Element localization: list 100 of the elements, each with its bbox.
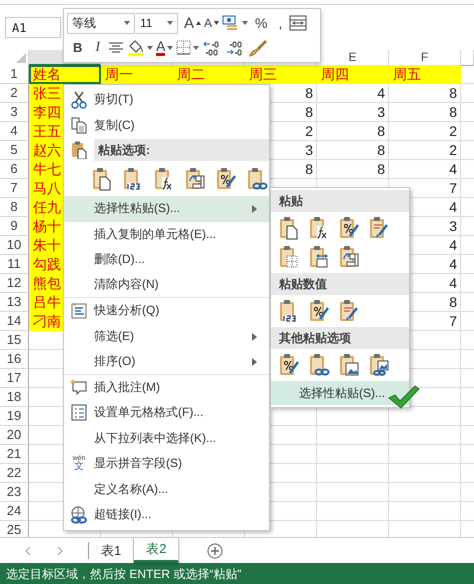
row-header[interactable]: 22 bbox=[0, 464, 29, 483]
wrap-text-icon bbox=[289, 15, 308, 32]
row-header[interactable]: 7 bbox=[0, 179, 29, 198]
name-box[interactable]: A1 bbox=[5, 17, 61, 38]
row-header[interactable]: 16 bbox=[0, 350, 29, 369]
clipboard-icon bbox=[278, 216, 300, 240]
comma-style-button[interactable]: , bbox=[273, 12, 288, 34]
menu-item[interactable]: 插入复制的单元格(E)... bbox=[64, 222, 269, 247]
menu-item[interactable]: 复制(C) bbox=[64, 112, 269, 138]
menu-item[interactable]: 删除(D)... bbox=[64, 247, 269, 272]
italic-button[interactable]: I bbox=[89, 36, 106, 59]
table-cell-text: 4 bbox=[448, 255, 458, 274]
table-cell-text: 8 bbox=[304, 84, 314, 103]
table-cell: 周三 bbox=[245, 65, 317, 84]
font-color-button[interactable]: A bbox=[155, 36, 174, 59]
caret-icon bbox=[147, 46, 154, 50]
clipboard-icon bbox=[214, 167, 237, 191]
row-header[interactable]: 18 bbox=[0, 388, 29, 407]
row-header[interactable]: 19 bbox=[0, 407, 29, 426]
menu-item[interactable]: 选择性粘贴(S)... bbox=[271, 381, 409, 405]
table-cell-text: 8 bbox=[376, 141, 386, 160]
shrink-font-button[interactable]: A bbox=[203, 12, 220, 34]
menu-item[interactable]: 从下拉列表中选择(K)... bbox=[64, 426, 269, 451]
row-header[interactable]: 17 bbox=[0, 369, 29, 388]
percent-style-button[interactable]: % bbox=[250, 12, 272, 34]
row-header[interactable]: 12 bbox=[0, 274, 29, 293]
menu-item[interactable]: 快速分析(Q) bbox=[64, 298, 269, 324]
table-cell: 周五 bbox=[389, 65, 461, 84]
align-center-icon bbox=[108, 42, 124, 54]
caret-icon bbox=[124, 21, 130, 26]
row-header[interactable]: 10 bbox=[0, 236, 29, 255]
row-header[interactable]: 6 bbox=[0, 160, 29, 179]
bold-button[interactable]: B bbox=[67, 36, 88, 59]
section-header: 粘贴 bbox=[271, 190, 409, 212]
row-header[interactable]: 11 bbox=[0, 255, 29, 274]
menu-item[interactable]: 清除内容(N) bbox=[64, 272, 269, 298]
row-header[interactable]: 23 bbox=[0, 483, 29, 502]
clipboard-icon bbox=[278, 245, 300, 269]
menu-item[interactable]: 定义名称(A)... bbox=[64, 476, 269, 502]
clipboard-icon bbox=[368, 353, 390, 377]
table-cell: 周一 bbox=[101, 65, 173, 84]
font-size-dropdown[interactable]: 11 bbox=[136, 12, 178, 34]
clipboard-icon bbox=[338, 299, 360, 323]
row-header[interactable]: 20 bbox=[0, 426, 29, 445]
row-header[interactable]: 8 bbox=[0, 198, 29, 217]
section-header: 其他粘贴选项 bbox=[271, 327, 409, 349]
menu-item[interactable]: 超链接(I)... bbox=[64, 502, 269, 528]
hyperlink-icon bbox=[70, 506, 88, 524]
clipboard-icon bbox=[308, 299, 330, 323]
row-header[interactable]: 5 bbox=[0, 141, 29, 160]
table-cell-text: 2 bbox=[304, 122, 314, 141]
row-header[interactable]: 3 bbox=[0, 103, 29, 122]
clipboard-icon bbox=[338, 353, 360, 377]
table-cell-text: 8 bbox=[376, 160, 386, 179]
table-cell-text: 4 bbox=[448, 198, 458, 217]
menu-item[interactable]: 插入批注(M) bbox=[64, 374, 269, 400]
row-header[interactable]: 14 bbox=[0, 312, 29, 331]
clipboard-icon bbox=[91, 167, 114, 191]
plus-icon bbox=[207, 542, 224, 558]
table-cell-text: 3 bbox=[304, 141, 314, 160]
table-cell-text: 4 bbox=[448, 160, 458, 179]
character-label: 文 bbox=[74, 462, 84, 472]
table-cell-text: 8 bbox=[448, 84, 458, 103]
clipboard-icon bbox=[278, 353, 300, 377]
table-cell-text: 7 bbox=[448, 312, 458, 331]
table-cell-text: 3 bbox=[448, 217, 458, 236]
row-header[interactable]: 9 bbox=[0, 217, 29, 236]
table-cell-text: 4 bbox=[448, 274, 458, 293]
clipboard-icon bbox=[246, 167, 268, 191]
menu-item[interactable]: 选择性粘贴(S)... bbox=[64, 196, 269, 222]
clipboard-icon bbox=[368, 216, 390, 240]
clipboard-icon bbox=[308, 353, 330, 377]
row-header[interactable]: 21 bbox=[0, 445, 29, 464]
section-header: 粘贴选项: bbox=[94, 139, 269, 161]
menu-item[interactable]: 剪切(T) bbox=[64, 87, 269, 112]
table-cell-text: 2 bbox=[448, 122, 458, 141]
row-header[interactable]: 24 bbox=[0, 502, 29, 521]
caret-icon bbox=[167, 21, 173, 26]
clipboard-icon bbox=[338, 245, 360, 269]
row-header[interactable]: 1 bbox=[0, 65, 29, 84]
row-header[interactable]: 13 bbox=[0, 293, 29, 312]
sheet-tab[interactable]: 表2 bbox=[134, 538, 180, 563]
row-header[interactable]: 15 bbox=[0, 331, 29, 350]
quick-analysis-icon bbox=[70, 302, 88, 320]
caret-icon bbox=[242, 21, 248, 26]
paint-bucket-icon bbox=[127, 39, 146, 56]
table-cell-text: 7 bbox=[448, 179, 458, 198]
paintbrush-icon bbox=[248, 38, 268, 57]
clipboard-icon bbox=[71, 141, 87, 159]
grow-font-button[interactable]: A bbox=[183, 12, 202, 34]
caret-icon bbox=[214, 21, 220, 26]
row-header[interactable]: 2 bbox=[0, 84, 29, 103]
menu-item[interactable]: 筛选(E) bbox=[64, 324, 269, 349]
table-cell-text: 8 bbox=[448, 293, 458, 312]
row-header[interactable]: 4 bbox=[0, 122, 29, 141]
menu-item[interactable]: 设置单元格格式(F)... bbox=[64, 400, 269, 426]
table-cell-text: 3 bbox=[376, 103, 386, 122]
clipboard-icon bbox=[184, 167, 206, 191]
menu-item[interactable]: 排序(O) bbox=[64, 349, 269, 374]
font-dropdown[interactable]: 等线 bbox=[67, 12, 135, 34]
